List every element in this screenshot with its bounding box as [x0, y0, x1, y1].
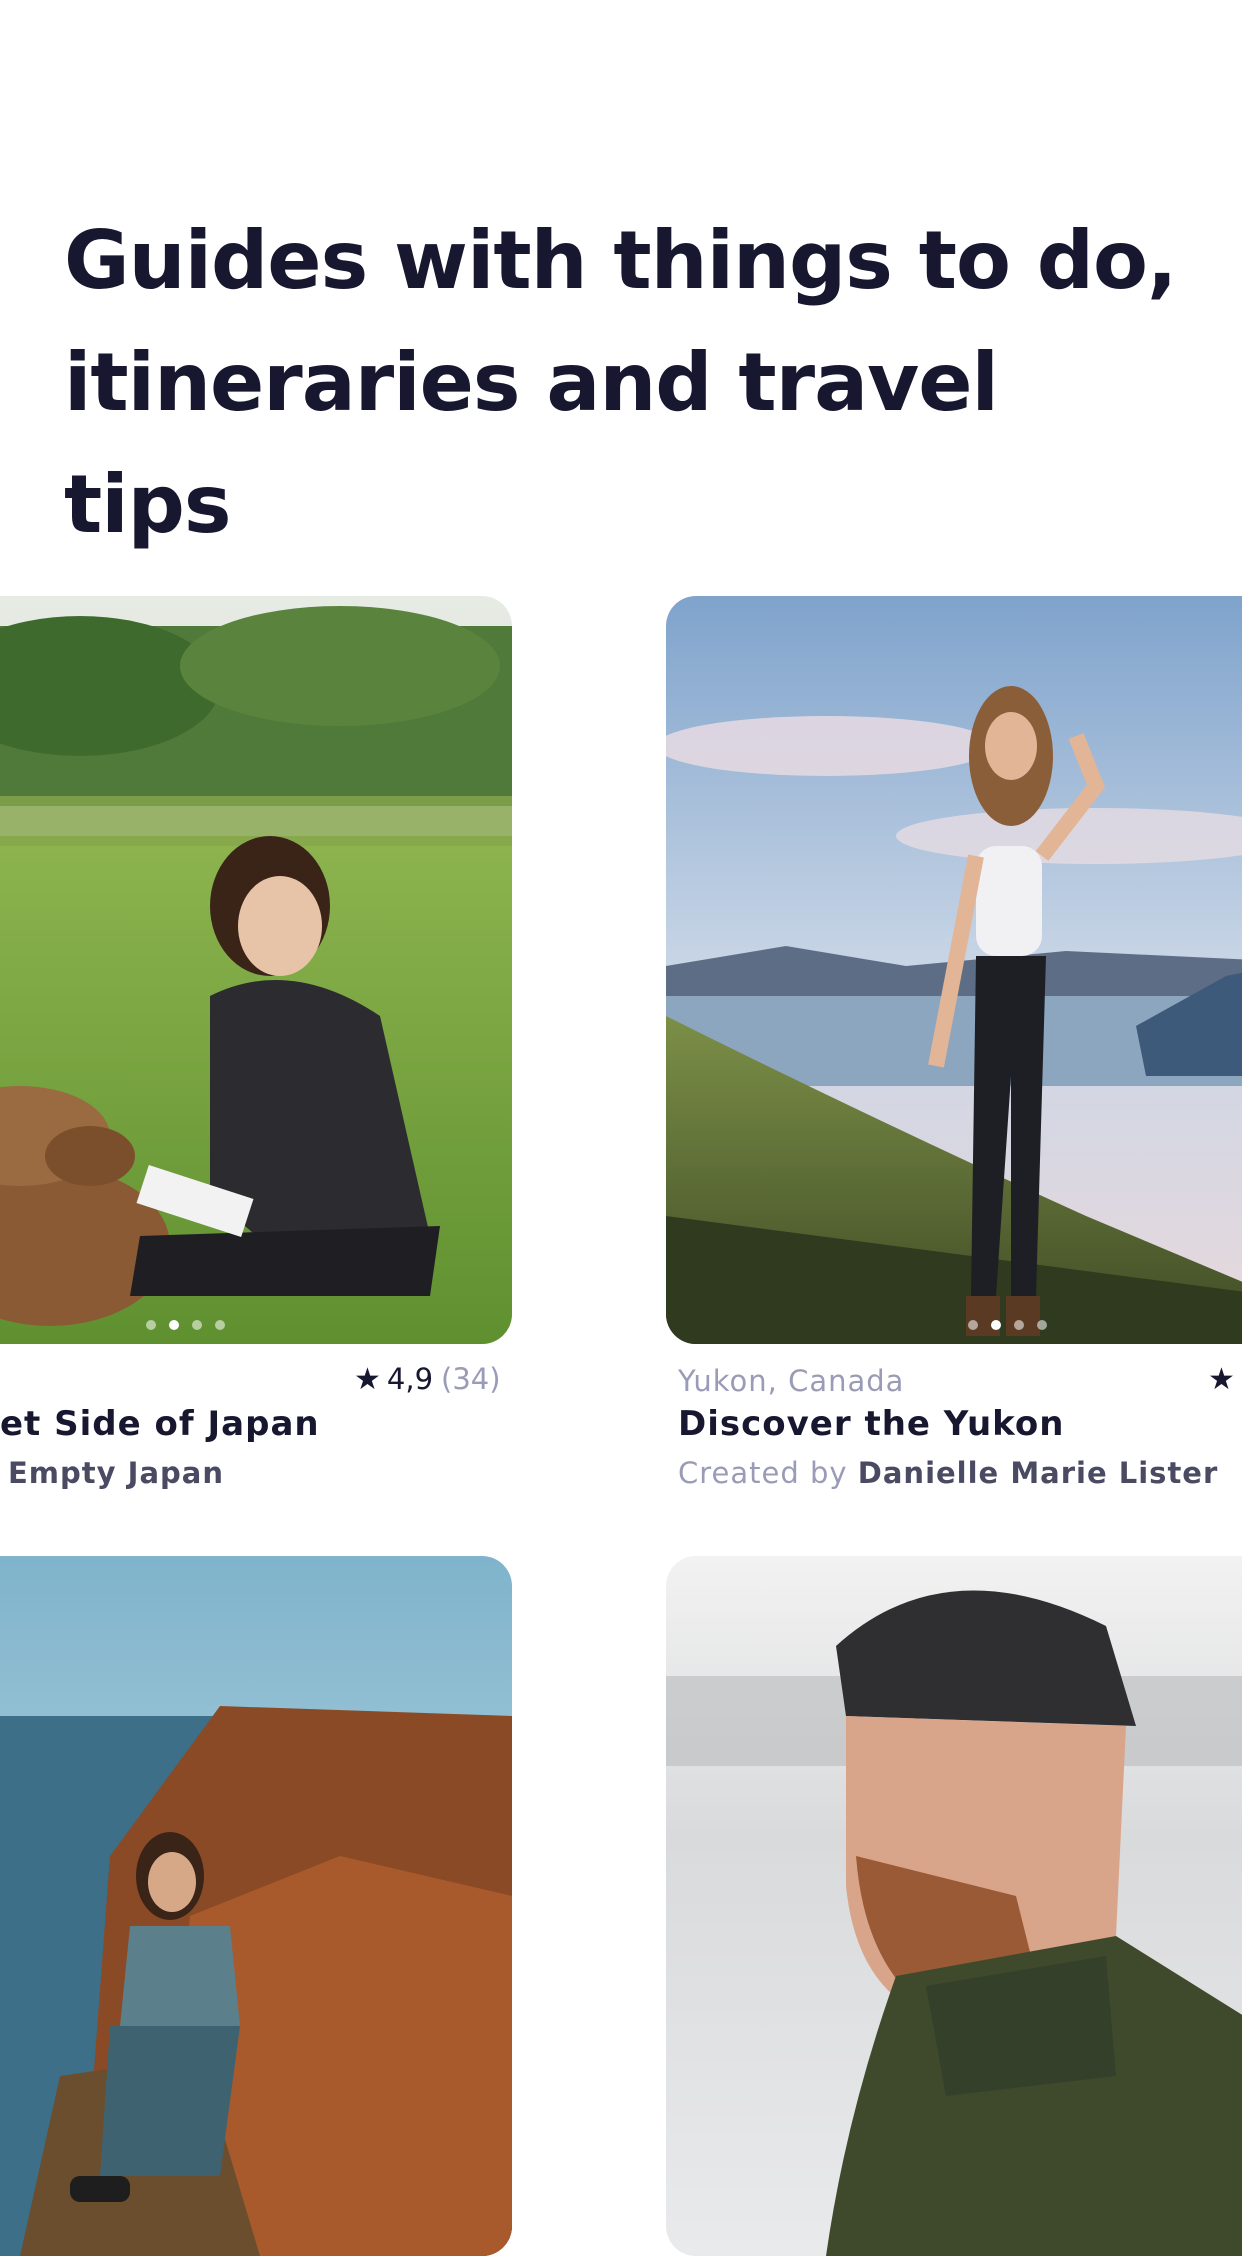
carousel-dot[interactable]	[215, 1320, 225, 1330]
guide-rating: ★ 4,9 (34)	[354, 1362, 501, 1397]
carousel-dot[interactable]	[1037, 1320, 1047, 1330]
woman-on-mountain-photo	[666, 596, 1242, 1344]
guide-creator[interactable]: Created by Danielle Marie Lister	[678, 1456, 1218, 1490]
guide-photo-japan[interactable]	[0, 596, 512, 1344]
carousel-dot[interactable]	[146, 1320, 156, 1330]
creator-name[interactable]: Danielle Marie Lister	[858, 1456, 1219, 1490]
guide-photo-cliff[interactable]	[0, 1556, 512, 2256]
page-headline: Guides with things to do, itineraries an…	[64, 200, 1184, 566]
guide-location: Yukon, Canada	[678, 1364, 905, 1398]
carousel-dot-active[interactable]	[991, 1320, 1001, 1330]
carousel-dot[interactable]	[1014, 1320, 1024, 1330]
carousel-dot[interactable]	[968, 1320, 978, 1330]
guide-rating: ★	[1208, 1362, 1241, 1397]
creator-prefix: Created by	[678, 1456, 848, 1490]
woman-on-cliff-photo	[0, 1556, 512, 2256]
headline-line-2: itineraries and travel tips	[64, 336, 999, 551]
guide-title[interactable]: Discover the Yukon	[678, 1404, 1064, 1444]
guide-card-yukon[interactable]: Yukon, Canada ★ Discover the Yukon Creat…	[666, 596, 1242, 1496]
rating-count: (34)	[441, 1362, 501, 1396]
woman-with-deer-photo	[0, 596, 512, 1344]
guide-creator[interactable]: Empty Japan	[8, 1456, 224, 1490]
guide-card-portrait[interactable]	[666, 1556, 1242, 2256]
creator-name[interactable]: Empty Japan	[8, 1456, 224, 1490]
guide-card-japan[interactable]: ★ 4,9 (34) et Side of Japan Empty Japan	[0, 596, 520, 1496]
carousel-dots[interactable]	[146, 1320, 225, 1330]
guide-card-cliff[interactable]	[0, 1556, 520, 2256]
carousel-dot-active[interactable]	[169, 1320, 179, 1330]
guide-title[interactable]: et Side of Japan	[0, 1404, 320, 1444]
carousel-dot[interactable]	[192, 1320, 202, 1330]
headline-line-1: Guides with things to do,	[64, 214, 1177, 307]
guide-photo-portrait[interactable]	[666, 1556, 1242, 2256]
star-icon: ★	[1208, 1362, 1235, 1397]
carousel-dots[interactable]	[968, 1320, 1047, 1330]
guide-photo-yukon[interactable]	[666, 596, 1242, 1344]
star-icon: ★	[354, 1362, 381, 1397]
rating-value: 4,9	[386, 1362, 434, 1396]
man-in-beanie-photo	[666, 1556, 1242, 2256]
